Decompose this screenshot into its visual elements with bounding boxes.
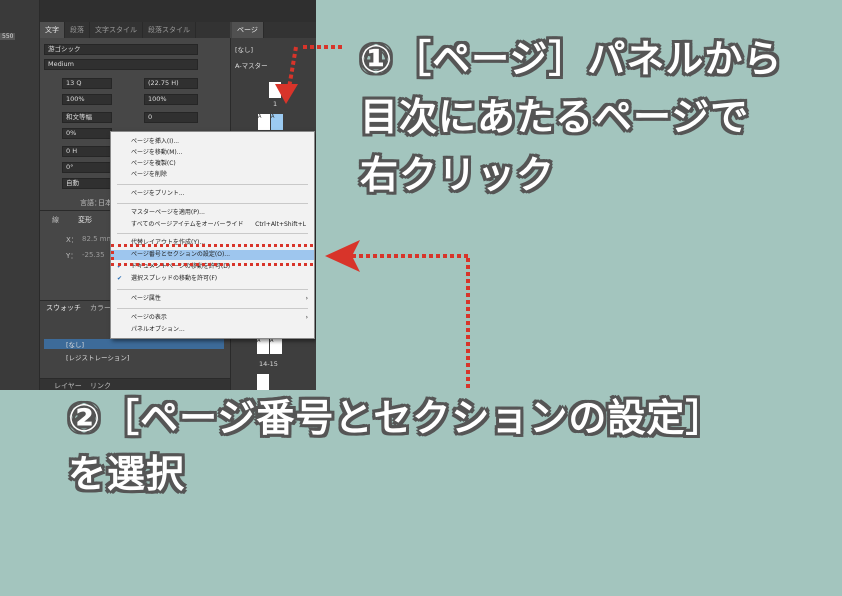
callout-step1-line3: 右クリック	[360, 153, 556, 197]
callout-step2: ②［ページ番号とセクションの設定］ を選択	[68, 390, 724, 502]
callout-step1-line1: ①［ページ］パネルから	[360, 37, 783, 81]
callout-step2-line1: ②［ページ番号とセクションの設定］	[68, 396, 725, 440]
callout-step1-line2: 目次にあたるページで	[360, 95, 750, 139]
arrow1-head-icon	[275, 84, 298, 104]
callout-step1: ①［ページ］パネルから 目次にあたるページで 右クリック	[360, 30, 782, 204]
callout-step2-line2: を選択	[68, 452, 186, 496]
arrow1-line-v	[287, 46, 298, 89]
